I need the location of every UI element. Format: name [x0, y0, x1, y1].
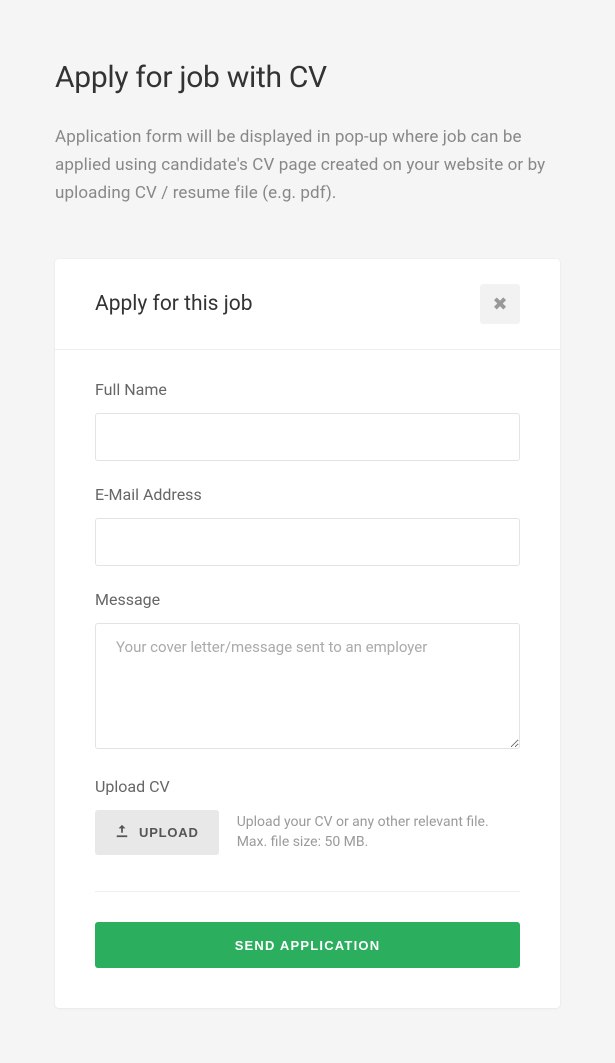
upload-icon — [115, 824, 129, 841]
apply-card: Apply for this job ✖ Full Name E-Mail Ad… — [55, 259, 560, 1008]
email-input[interactable] — [95, 518, 520, 566]
page-description: Application form will be displayed in po… — [55, 123, 560, 207]
card-header: Apply for this job ✖ — [55, 259, 560, 350]
upload-button-label: UPLOAD — [139, 825, 199, 840]
close-icon: ✖ — [492, 294, 507, 315]
send-application-button[interactable]: SEND APPLICATION — [95, 922, 520, 968]
close-button[interactable]: ✖ — [480, 284, 520, 324]
full-name-input[interactable] — [95, 413, 520, 461]
card-title: Apply for this job — [95, 292, 253, 316]
divider — [95, 891, 520, 892]
email-group: E-Mail Address — [95, 485, 520, 566]
message-textarea[interactable] — [95, 623, 520, 749]
full-name-label: Full Name — [95, 380, 520, 399]
upload-button[interactable]: UPLOAD — [95, 810, 219, 855]
upload-row: UPLOAD Upload your CV or any other relev… — [95, 810, 520, 855]
upload-label: Upload CV — [95, 777, 520, 796]
email-label: E-Mail Address — [95, 485, 520, 504]
card-body: Full Name E-Mail Address Message Upload … — [55, 350, 560, 1008]
message-group: Message — [95, 590, 520, 753]
message-label: Message — [95, 590, 520, 609]
upload-hint: Upload your CV or any other relevant fil… — [237, 810, 520, 853]
page-title: Apply for job with CV — [55, 60, 560, 95]
upload-group: Upload CV UPLOAD Upload your CV or any o… — [95, 777, 520, 855]
full-name-group: Full Name — [95, 380, 520, 461]
